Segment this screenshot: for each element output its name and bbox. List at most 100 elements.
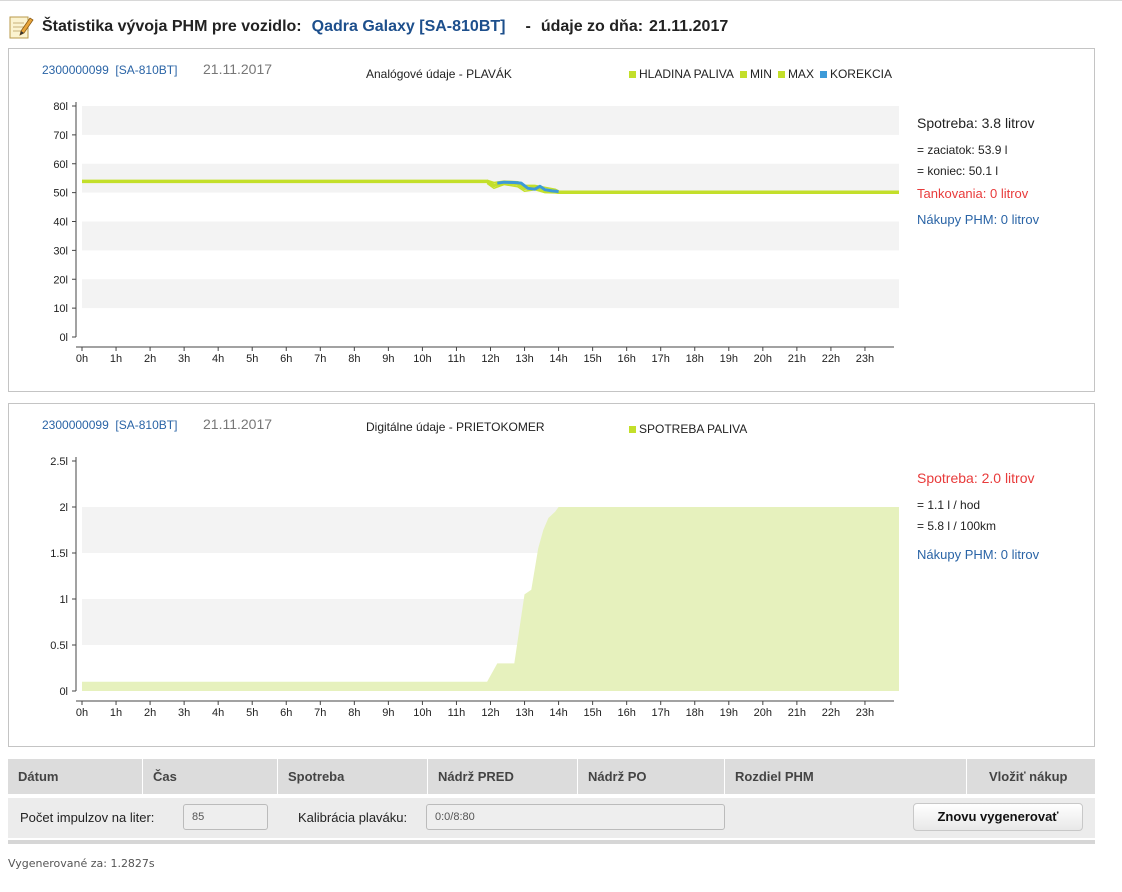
x-tick-label: 3h [178, 353, 190, 365]
y-tick-label: 1.5l [50, 548, 68, 560]
x-tick-label: 17h [652, 707, 670, 719]
x-tick-label: 23h [856, 353, 874, 365]
regenerate-button[interactable]: Znovu vygenerovať [913, 803, 1083, 831]
y-tick-label: 30l [53, 245, 68, 257]
x-tick-label: 6h [280, 707, 292, 719]
x-tick-label: 16h [617, 353, 635, 365]
col-nadrz-pred[interactable]: Nádrž PRED [428, 759, 578, 795]
zaciatok-text: = zaciatok: 53.9 l [917, 143, 1008, 157]
col-rozdiel[interactable]: Rozdiel PHM [725, 759, 967, 795]
grid-band [82, 221, 899, 251]
x-tick-label: 2h [144, 353, 156, 365]
spotreba-text: Spotreba: 3.8 litrov [917, 115, 1035, 131]
x-tick-label: 1h [110, 353, 122, 365]
refuel-table-header: Dátum Čas Spotreba Nádrž PRED Nádrž PO R… [8, 759, 1095, 795]
per-hour-text: = 1.1 l / hod [917, 498, 981, 512]
nakupy-text: Nákupy PHM: 0 litrov [917, 547, 1040, 562]
col-spotreba[interactable]: Spotreba [278, 759, 428, 795]
x-tick-label: 19h [720, 353, 738, 365]
x-tick-label: 9h [382, 707, 394, 719]
x-tick-label: 9h [382, 353, 394, 365]
x-tick-label: 14h [549, 707, 567, 719]
x-tick-label: 11h [448, 353, 466, 365]
x-tick-label: 7h [314, 707, 326, 719]
y-tick-label: 40l [53, 217, 68, 229]
impulse-label: Počet impulzov na liter: [20, 810, 155, 825]
title-separator: - [525, 18, 531, 35]
x-tick-label: 2h [144, 707, 156, 719]
x-tick-label: 10h [413, 707, 431, 719]
top-divider [0, 0, 1122, 1]
y-tick-label: 60l [53, 159, 68, 171]
calibration-label: Kalibrácia plaváku: [298, 810, 408, 825]
y-tick-label: 1l [59, 594, 68, 606]
x-tick-label: 14h [549, 353, 567, 365]
x-tick-label: 4h [212, 353, 224, 365]
y-tick-label: 20l [53, 274, 68, 286]
header-date: 21.11.2017 [649, 18, 729, 35]
date-label: údaje zo dňa: [540, 18, 644, 35]
x-tick-label: 18h [686, 707, 704, 719]
x-tick-label: 11h [448, 707, 466, 719]
x-tick-label: 12h [481, 353, 499, 365]
x-tick-label: 23h [856, 707, 874, 719]
settings-bar: Počet impulzov na liter: 85 Kalibrácia p… [8, 798, 1095, 838]
y-tick-label: 70l [53, 130, 68, 142]
col-nadrz-po[interactable]: Nádrž PO [578, 759, 725, 795]
y-tick-label: 0l [59, 686, 68, 698]
x-tick-label: 3h [178, 707, 190, 719]
x-tick-label: 22h [822, 707, 840, 719]
y-tick-label: 2l [59, 502, 68, 514]
x-tick-label: 21h [788, 353, 806, 365]
y-tick-label: 50l [53, 188, 68, 200]
grid-band [82, 279, 899, 309]
x-tick-label: 10h [413, 353, 431, 365]
impulse-input[interactable]: 85 [183, 804, 268, 830]
x-tick-label: 22h [822, 353, 840, 365]
tankovania-text: Tankovania: 0 litrov [917, 186, 1029, 201]
col-datum[interactable]: Dátum [8, 759, 143, 795]
x-tick-label: 19h [720, 707, 738, 719]
x-tick-label: 0h [76, 707, 88, 719]
y-tick-label: 10l [53, 303, 68, 315]
x-tick-label: 15h [583, 707, 601, 719]
x-tick-label: 21h [788, 707, 806, 719]
x-tick-label: 0h [76, 353, 88, 365]
x-tick-label: 7h [314, 353, 326, 365]
col-vlozit-nakup[interactable]: Vložiť nákup [967, 759, 1095, 795]
page-header: Štatistika vývoja PHM pre vozidlo: Qadra… [8, 12, 728, 42]
x-tick-label: 8h [348, 707, 360, 719]
nakupy-text: Nákupy PHM: 0 litrov [917, 212, 1040, 227]
x-tick-label: 15h [583, 353, 601, 365]
x-tick-label: 4h [212, 707, 224, 719]
digital-chart: 2.5l 2l 1.5l 1l 0.5l 0l 0h 1h 2h 3h 4h 5h 6h 7h 8h 9h 10… [50, 456, 899, 719]
col-cas[interactable]: Čas [143, 759, 278, 795]
spotreba-text: Spotreba: 2.0 litrov [917, 470, 1035, 486]
digital-summary: Spotreba: 2.0 litrov = 1.1 l / hod = 5.8… [917, 470, 1039, 562]
y-tick-label: 0.5l [50, 640, 68, 652]
analog-chart: 80l 70l 60l 50l 40l 30l 20l 10l 0l 0h 1h 2h 3h 4h 5h 6h… [53, 101, 899, 365]
calibration-input[interactable]: 0:0/8:80 [426, 804, 725, 830]
x-tick-label: 8h [348, 353, 360, 365]
koniec-text: = koniec: 50.1 l [917, 164, 999, 178]
y-tick-label: 2.5l [50, 456, 68, 468]
generation-time: Vygenerované za: 1.2827s [8, 857, 155, 870]
x-tick-label: 18h [686, 353, 704, 365]
note-pencil-icon [8, 14, 34, 40]
x-tick-label: 13h [515, 707, 533, 719]
page-title: Štatistika vývoja PHM pre vozidlo: [42, 18, 302, 35]
x-tick-label: 13h [515, 353, 533, 365]
x-tick-label: 20h [754, 707, 772, 719]
grid-band [82, 163, 899, 193]
x-tick-label: 5h [246, 707, 258, 719]
x-tick-label: 1h [110, 707, 122, 719]
x-tick-label: 20h [754, 353, 772, 365]
x-tick-label: 12h [481, 707, 499, 719]
x-tick-label: 5h [246, 353, 258, 365]
digital-chart-panel: 2300000099 [SA-810BT] 21.11.2017 Digitál… [8, 403, 1095, 747]
vehicle-name: Qadra Galaxy [SA-810BT] [311, 18, 506, 35]
x-tick-label: 17h [652, 353, 670, 365]
analog-chart-panel: 2300000099 [SA-810BT] 21.11.2017 Analógo… [8, 48, 1095, 392]
per-100km-text: = 5.8 l / 100km [917, 519, 997, 533]
bottom-divider [8, 840, 1095, 844]
